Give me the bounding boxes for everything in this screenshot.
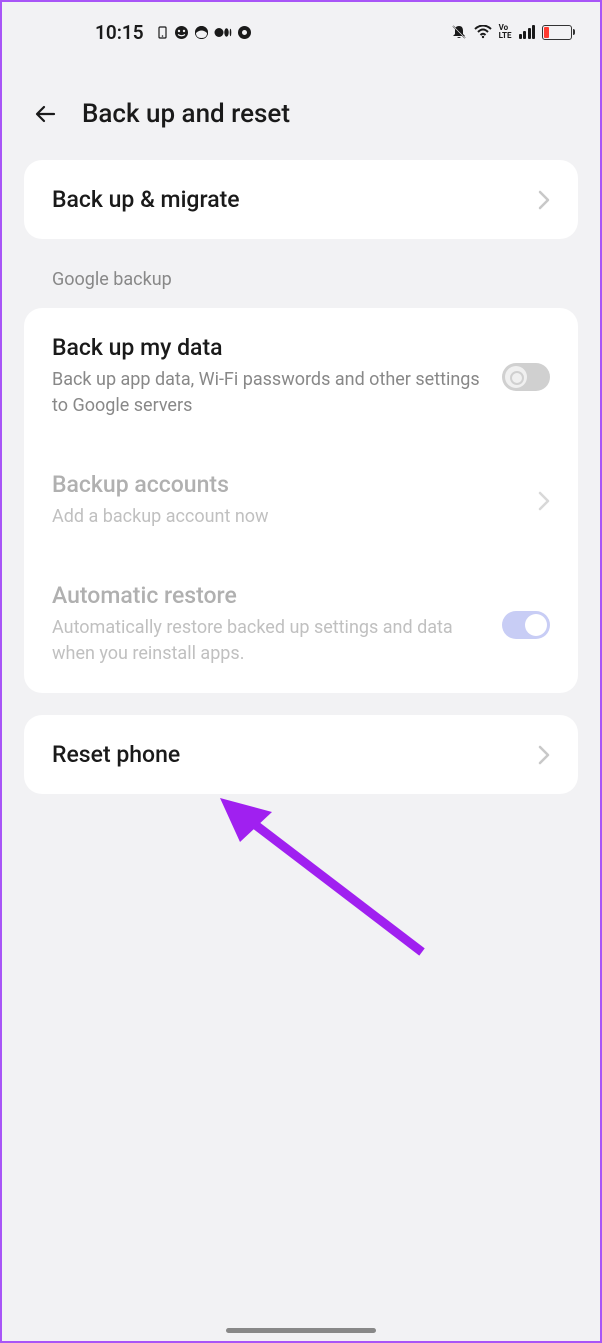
- signal-icon: [519, 25, 536, 39]
- status-icons-left: [156, 25, 252, 40]
- backup-accounts-title: Backup accounts: [52, 471, 538, 498]
- backup-my-data-subtitle: Back up app data, Wi-Fi passwords and ot…: [52, 367, 502, 419]
- notification-muted-icon: [451, 24, 467, 40]
- reset-phone-title: Reset phone: [52, 741, 538, 768]
- battery-icon: [542, 25, 572, 40]
- back-button[interactable]: [30, 98, 62, 130]
- status-bar-right: VoLTE: [451, 24, 572, 40]
- backup-accounts-subtitle: Add a backup account now: [52, 504, 538, 530]
- chevron-right-icon: [538, 491, 550, 511]
- backup-my-data-toggle[interactable]: [502, 363, 550, 391]
- automatic-restore-title: Automatic restore: [52, 582, 502, 609]
- backup-migrate-item[interactable]: Back up & migrate: [24, 160, 578, 239]
- reset-phone-card: Reset phone: [24, 715, 578, 794]
- status-bar: 10:15 VoLTE: [2, 2, 600, 58]
- page-header: Back up and reset: [2, 58, 600, 160]
- chevron-right-icon: [538, 190, 550, 210]
- back-arrow-icon: [32, 100, 60, 128]
- volte-icon: VoLTE: [499, 24, 512, 40]
- automatic-restore-subtitle: Automatically restore backed up settings…: [52, 615, 502, 667]
- home-indicator[interactable]: [226, 1328, 376, 1333]
- backup-migrate-title: Back up & migrate: [52, 186, 538, 213]
- app-icon-2: [174, 25, 189, 40]
- reset-phone-item[interactable]: Reset phone: [24, 715, 578, 794]
- backup-migrate-card: Back up & migrate: [24, 160, 578, 239]
- content-area: Back up & migrate Google backup Back up …: [2, 160, 600, 794]
- status-bar-left: 10:15: [30, 21, 252, 44]
- app-icon-1: [156, 26, 169, 39]
- backup-my-data-item[interactable]: Back up my data Back up app data, Wi-Fi …: [24, 308, 578, 445]
- google-backup-section-header: Google backup: [24, 261, 578, 308]
- chevron-right-icon: [538, 745, 550, 765]
- backup-accounts-item: Backup accounts Add a backup account now: [24, 445, 578, 556]
- google-backup-card: Back up my data Back up app data, Wi-Fi …: [24, 308, 578, 693]
- medium-icon: [214, 25, 232, 40]
- reddit-icon: [194, 25, 209, 40]
- automatic-restore-item: Automatic restore Automatically restore …: [24, 556, 578, 693]
- status-time: 10:15: [95, 21, 144, 44]
- wifi-icon: [474, 25, 492, 39]
- circle-icon: [237, 25, 252, 40]
- annotation-arrow: [202, 782, 442, 972]
- automatic-restore-toggle: [502, 611, 550, 639]
- backup-my-data-title: Back up my data: [52, 334, 502, 361]
- page-title: Back up and reset: [82, 99, 290, 129]
